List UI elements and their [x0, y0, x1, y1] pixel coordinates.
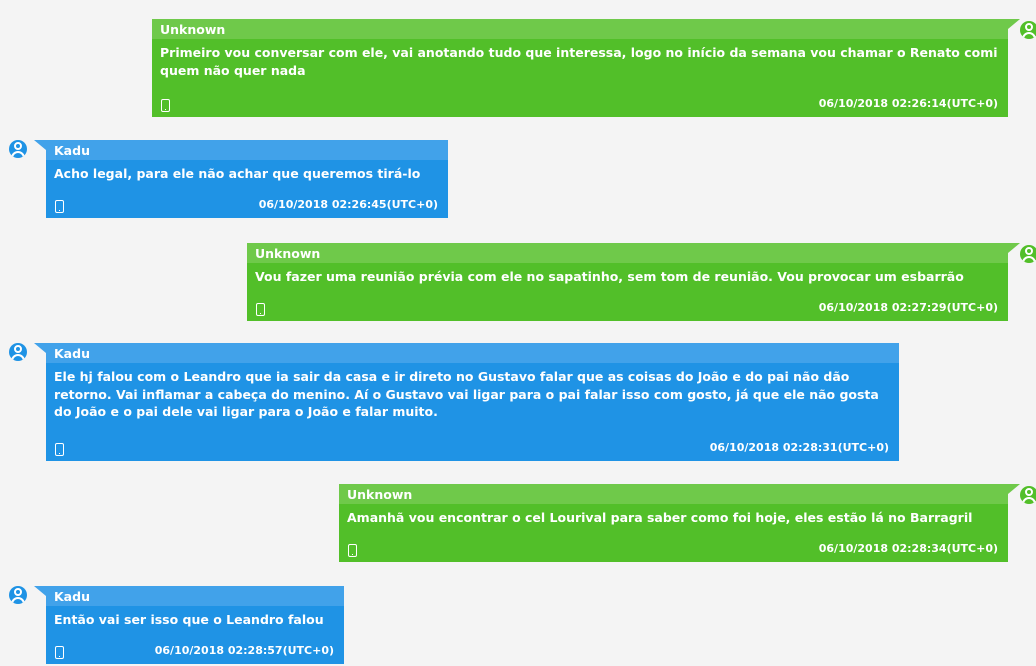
phone-device-icon	[55, 200, 64, 213]
message-bubble[interactable]: Unknown Primeiro vou conversar com ele, …	[152, 19, 1008, 117]
message-bubble[interactable]: Unknown Amanhã vou encontrar o cel Louri…	[339, 484, 1008, 562]
phone-device-icon	[161, 99, 170, 112]
message-timestamp: 06/10/2018 02:28:34(UTC+0)	[818, 542, 998, 555]
sender-name: Unknown	[339, 484, 1008, 504]
message-bubble[interactable]: Unknown Vou fazer uma reunião prévia com…	[247, 243, 1008, 321]
phone-device-icon	[256, 303, 265, 316]
message-timestamp: 06/10/2018 02:27:29(UTC+0)	[818, 301, 998, 314]
user-avatar-icon	[1020, 486, 1036, 504]
sender-name: Kadu	[46, 140, 448, 160]
user-avatar-icon	[9, 586, 27, 604]
bubble-tail	[34, 343, 46, 353]
message-text: Acho legal, para ele não achar que quere…	[54, 166, 421, 181]
sender-name: Kadu	[46, 343, 899, 363]
phone-device-icon	[55, 646, 64, 659]
user-avatar-icon	[1020, 21, 1036, 39]
sender-name: Unknown	[247, 243, 1008, 263]
message-text: Ele hj falou com o Leandro que ia sair d…	[54, 369, 879, 419]
message-timestamp: 06/10/2018 02:28:57(UTC+0)	[154, 644, 334, 657]
sender-name: Kadu	[46, 586, 344, 606]
message-text: Amanhã vou encontrar o cel Lourival para…	[347, 510, 973, 525]
sender-name: Unknown	[152, 19, 1008, 39]
message-timestamp: 06/10/2018 02:26:45(UTC+0)	[258, 198, 438, 211]
phone-device-icon	[348, 544, 357, 557]
message-timestamp: 06/10/2018 02:26:14(UTC+0)	[818, 97, 998, 110]
user-avatar-icon	[9, 140, 27, 158]
user-avatar-icon	[9, 343, 27, 361]
message-text: Então vai ser isso que o Leandro falou	[54, 612, 324, 627]
message-text: Primeiro vou conversar com ele, vai anot…	[160, 45, 998, 78]
bubble-tail	[34, 140, 46, 150]
bubble-tail	[1008, 19, 1020, 29]
bubble-tail	[1008, 243, 1020, 253]
bubble-tail	[34, 586, 46, 596]
message-timestamp: 06/10/2018 02:28:31(UTC+0)	[709, 441, 889, 454]
message-bubble[interactable]: Kadu Então vai ser isso que o Leandro fa…	[46, 586, 344, 664]
message-bubble[interactable]: Kadu Ele hj falou com o Leandro que ia s…	[46, 343, 899, 461]
message-bubble[interactable]: Kadu Acho legal, para ele não achar que …	[46, 140, 448, 218]
bubble-tail	[1008, 484, 1020, 494]
phone-device-icon	[55, 443, 64, 456]
user-avatar-icon	[1020, 245, 1036, 263]
message-text: Vou fazer uma reunião prévia com ele no …	[255, 269, 964, 284]
